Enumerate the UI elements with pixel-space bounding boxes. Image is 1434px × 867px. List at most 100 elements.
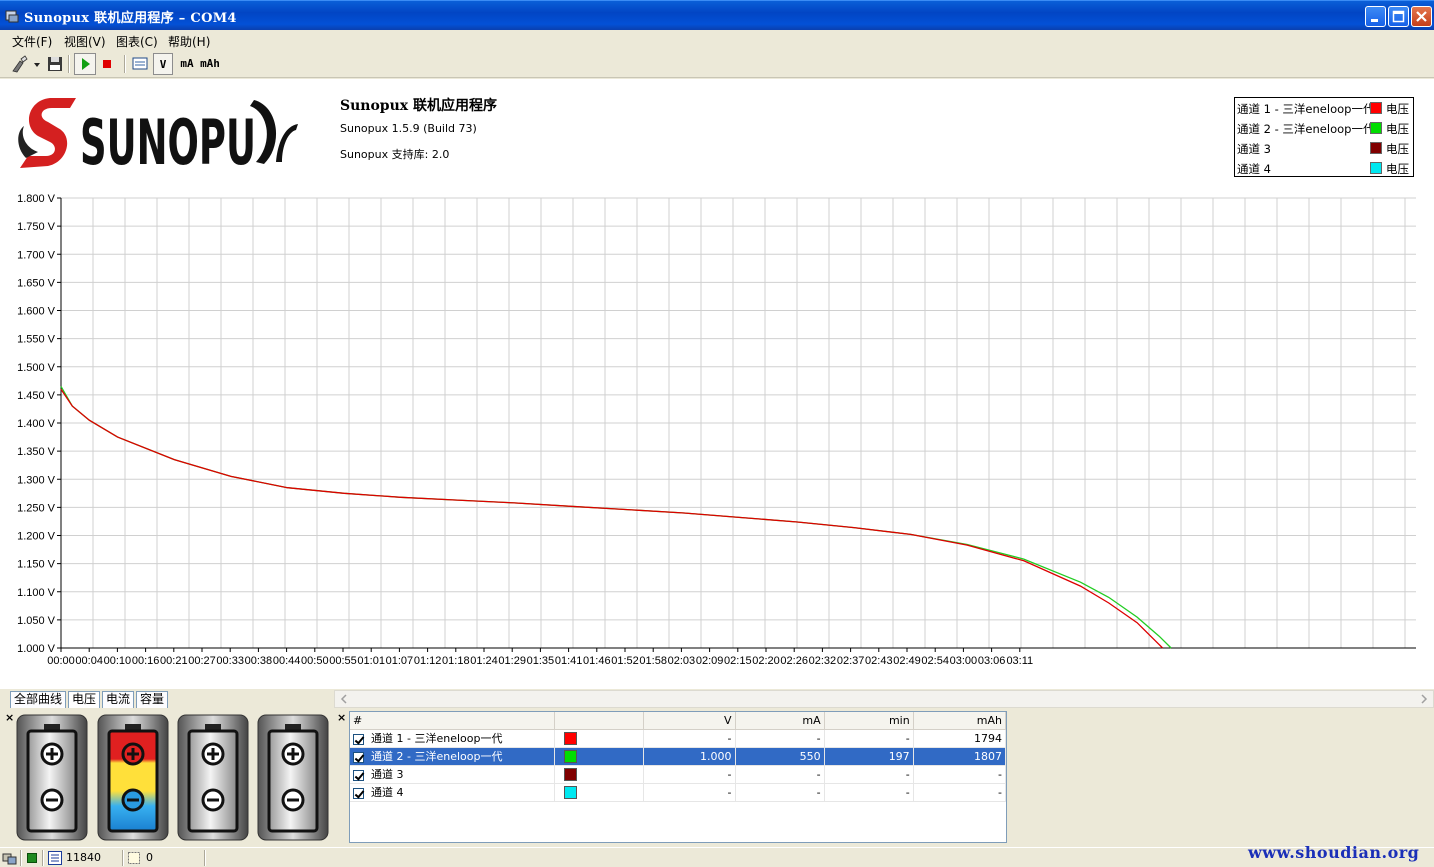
x-tick-label: 02:09	[696, 655, 724, 667]
col-header-index[interactable]: #	[350, 712, 556, 730]
tab-all-curves[interactable]: 全部曲线	[10, 691, 67, 708]
y-tick-label: 1.000 V	[17, 643, 56, 655]
menu-help[interactable]: 帮助(H)	[168, 33, 210, 50]
stop-icon	[103, 60, 111, 68]
status-separator	[42, 850, 44, 866]
y-tick-label: 1.300 V	[17, 474, 56, 486]
col-header-v[interactable]: V	[643, 712, 736, 730]
close-panel-icon[interactable]: ×	[5, 711, 14, 724]
x-tick-label: 02:54	[921, 655, 949, 667]
battery-slot-icon[interactable]	[16, 714, 88, 841]
table-row[interactable]: 通道 3 - - - -	[350, 765, 1007, 784]
menu-view[interactable]: 视图(V)	[64, 33, 106, 50]
maximize-button[interactable]	[1388, 6, 1409, 27]
x-tick-label: 03:06	[978, 655, 1006, 667]
channel-checkbox[interactable]	[353, 787, 364, 799]
legend-swatch	[1370, 162, 1382, 174]
y-tick-label: 1.600 V	[17, 306, 56, 318]
chart-panel: SUNOPU Sunopux 联机应用程序 Sunopux 1.5.9 (Bui…	[0, 79, 1434, 689]
y-tick-label: 1.650 V	[17, 277, 56, 289]
channel-name: 通道 3	[371, 768, 404, 781]
table-row[interactable]: 通道 2 - 三洋eneloop一代 1.000 550 197 1807	[350, 747, 1007, 766]
connection-icon	[2, 853, 17, 865]
cell-mah: 1794	[913, 729, 1007, 748]
y-tick-label: 1.450 V	[17, 390, 56, 402]
maximize-icon	[1392, 10, 1405, 23]
close-button[interactable]	[1411, 6, 1432, 27]
x-tick-label: 02:03	[668, 655, 696, 667]
unit-v-button[interactable]: V	[153, 53, 173, 75]
battery-slot-icon[interactable]	[257, 714, 329, 841]
legend-entry: 通道 3 电压	[1235, 138, 1413, 158]
cell-v: -	[643, 765, 736, 784]
tab-current[interactable]: 电流	[102, 691, 135, 708]
channel-color-swatch[interactable]	[564, 785, 578, 799]
play-button[interactable]	[74, 53, 96, 75]
x-tick-label: 01:41	[555, 655, 583, 667]
y-tick-label: 1.400 V	[17, 418, 56, 430]
col-header-color[interactable]	[554, 712, 644, 730]
series-line	[60, 386, 1172, 649]
col-header-ma[interactable]: mA	[735, 712, 825, 730]
close-panel-icon[interactable]: ×	[337, 711, 346, 724]
col-header-mah[interactable]: mAh	[913, 712, 1007, 730]
cell-mah: -	[913, 783, 1007, 802]
x-tick-label: 01:58	[639, 655, 667, 667]
menu-file[interactable]: 文件(F)	[12, 33, 52, 50]
table-row[interactable]: 通道 1 - 三洋eneloop一代 - - - 1794	[350, 729, 1007, 748]
legend-measure: 电压	[1386, 142, 1409, 156]
chart-view-button[interactable]	[130, 53, 150, 75]
x-tick-label: 01:24	[470, 655, 498, 667]
table-row[interactable]: 通道 4 - - - -	[350, 783, 1007, 802]
tab-capacity[interactable]: 容量	[136, 691, 169, 708]
toolbar: V mA mAh	[0, 50, 1434, 78]
x-tick-label: 00:44	[273, 655, 301, 667]
channel-color-swatch[interactable]	[564, 749, 578, 763]
x-tick-label: 02:49	[893, 655, 921, 667]
x-tick-label: 03:00	[950, 655, 978, 667]
channel-checkbox[interactable]	[353, 769, 364, 781]
scroll-right-icon[interactable]	[1417, 691, 1431, 707]
save-button[interactable]	[46, 53, 64, 75]
channel-color-swatch[interactable]	[564, 767, 578, 781]
connect-button[interactable]	[8, 53, 42, 75]
x-tick-label: 00:33	[216, 655, 244, 667]
y-tick-label: 1.750 V	[17, 221, 56, 233]
channel-checkbox[interactable]	[353, 751, 364, 763]
minimize-button[interactable]	[1365, 6, 1386, 27]
table-header-row: # V mA min mAh	[350, 712, 1007, 730]
battery-slot-icon[interactable]	[97, 714, 169, 841]
y-tick-label: 1.050 V	[17, 615, 56, 627]
cell-min: -	[824, 765, 914, 784]
battery-panel: × ×	[0, 710, 346, 845]
cell-ma: -	[735, 765, 825, 784]
unit-ma-button[interactable]: mA	[176, 53, 198, 75]
col-header-min[interactable]: min	[824, 712, 914, 730]
horizontal-scrollbar[interactable]	[334, 690, 1434, 708]
channel-checkbox[interactable]	[353, 733, 364, 745]
legend-measure: 电压	[1386, 122, 1409, 136]
x-tick-label: 02:26	[780, 655, 808, 667]
channel-color-swatch[interactable]	[564, 731, 578, 745]
legend-entry: 通道 1 - 三洋eneloop一代 电压	[1235, 98, 1413, 118]
unit-mah-button[interactable]: mAh	[198, 53, 222, 75]
cell-v: -	[643, 783, 736, 802]
tab-voltage[interactable]: 电压	[68, 691, 101, 708]
close-icon	[1416, 11, 1427, 22]
play-icon	[82, 58, 90, 70]
cell-min: -	[824, 783, 914, 802]
scroll-left-icon[interactable]	[337, 691, 351, 707]
chart-legend: 通道 1 - 三洋eneloop一代 电压 通道 2 - 三洋eneloop一代…	[1234, 97, 1414, 177]
menu-chart[interactable]: 图表(C)	[116, 33, 158, 50]
battery-slot-icon[interactable]	[177, 714, 249, 841]
x-tick-label: 02:37	[837, 655, 865, 667]
x-tick-label: 00:50	[301, 655, 329, 667]
legend-entry: 通道 2 - 三洋eneloop一代 电压	[1235, 118, 1413, 138]
cell-ma: -	[735, 783, 825, 802]
stop-button[interactable]	[98, 53, 116, 75]
x-tick-label: 01:52	[611, 655, 639, 667]
channel-table: # V mA min mAh 通道 1 - 三洋eneloop一代 - - - …	[349, 711, 1007, 843]
cell-ma: -	[735, 729, 825, 748]
x-tick-label: 03:11	[1006, 655, 1033, 667]
status-led-icon	[27, 853, 37, 863]
